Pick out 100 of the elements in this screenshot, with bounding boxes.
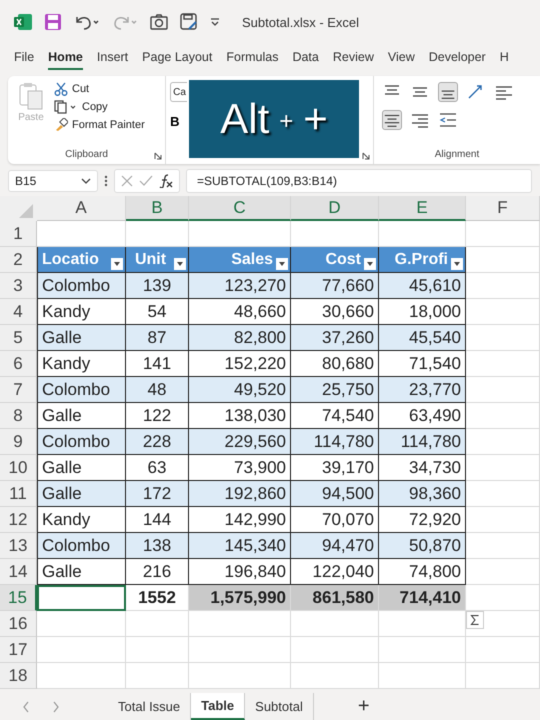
row-header[interactable]: 14 — [0, 559, 37, 585]
copy-button[interactable]: Copy — [54, 100, 145, 114]
empty-cell[interactable] — [466, 455, 540, 481]
row-header[interactable]: 18 — [0, 663, 37, 689]
table-cell: 94,470 — [291, 533, 379, 559]
filter-button[interactable] — [451, 258, 463, 270]
empty-cell[interactable] — [466, 611, 540, 637]
empty-cell[interactable] — [291, 637, 379, 663]
row-header[interactable]: 15 — [0, 585, 37, 611]
table-cell: Colombo — [37, 273, 126, 299]
filter-button[interactable] — [364, 258, 376, 270]
empty-cell[interactable] — [291, 663, 379, 689]
ribbon-tab[interactable]: Data — [292, 46, 319, 70]
empty-cell[interactable] — [379, 663, 466, 689]
empty-cell[interactable] — [466, 221, 540, 247]
ribbon-tab[interactable]: H — [500, 46, 509, 70]
ribbon-tab[interactable]: Review — [332, 46, 374, 70]
empty-cell[interactable] — [466, 299, 540, 325]
column-header[interactable]: F — [466, 196, 540, 221]
column-header[interactable]: D — [291, 196, 379, 221]
quick-analysis-icon[interactable] — [466, 611, 484, 629]
ribbon-tab[interactable]: Home — [48, 46, 83, 70]
row-header[interactable]: 8 — [0, 403, 37, 429]
ribbon-tab[interactable]: File — [14, 46, 34, 70]
ribbon-tab[interactable]: Formulas — [226, 46, 278, 70]
empty-cell[interactable] — [189, 611, 291, 637]
table-cell: 45,610 — [379, 273, 466, 299]
row-header[interactable]: 11 — [0, 481, 37, 507]
row-header[interactable]: 2 — [0, 247, 37, 273]
name-box[interactable]: B15 — [8, 170, 98, 192]
align-icon[interactable] — [438, 82, 458, 102]
empty-cell[interactable] — [126, 663, 189, 689]
bold-button[interactable]: B — [170, 114, 182, 129]
row-header[interactable]: 12 — [0, 507, 37, 533]
empty-cell[interactable] — [466, 507, 540, 533]
empty-cell[interactable] — [466, 663, 540, 689]
active-cell[interactable] — [37, 585, 126, 611]
filter-button[interactable] — [111, 258, 123, 270]
row-header[interactable]: 17 — [0, 637, 37, 663]
cut-button[interactable]: Cut — [54, 82, 145, 96]
row-header[interactable]: 9 — [0, 429, 37, 455]
empty-cell[interactable] — [466, 403, 540, 429]
row-header[interactable]: 4 — [0, 299, 37, 325]
row-header[interactable]: 1 — [0, 221, 37, 247]
empty-cell[interactable] — [126, 637, 189, 663]
empty-cell[interactable] — [379, 637, 466, 663]
column-header[interactable]: B — [126, 196, 189, 221]
formula-field[interactable]: =SUBTOTAL(109,B3:B14) — [186, 169, 532, 193]
filter-button[interactable] — [174, 258, 186, 270]
group-label: Alignment — [434, 149, 480, 160]
column-header[interactable]: C — [189, 196, 291, 221]
dialog-launcher-icon[interactable] — [362, 152, 370, 160]
row-header[interactable]: 5 — [0, 325, 37, 351]
format-painter-button[interactable]: Format Painter — [54, 118, 145, 132]
chevron-left-icon[interactable] — [22, 700, 30, 712]
empty-cell[interactable] — [189, 663, 291, 689]
sheet-tab[interactable]: Subtotal — [245, 693, 314, 720]
font-field[interactable]: Ca — [170, 82, 188, 102]
shortcut-text: Alt — [220, 95, 270, 143]
function-icon[interactable] — [159, 174, 173, 188]
customize-caret-icon[interactable] — [210, 17, 220, 27]
row-header[interactable]: 10 — [0, 455, 37, 481]
add-sheet-button[interactable]: + — [352, 694, 376, 719]
ribbon-tab[interactable]: Page Layout — [142, 46, 212, 70]
empty-cell[interactable] — [189, 637, 291, 663]
camera-icon[interactable] — [150, 13, 168, 31]
table-cell: 229,560 — [189, 429, 291, 455]
ribbon-tab[interactable]: View — [388, 46, 415, 70]
column-header[interactable]: E — [379, 196, 466, 221]
save-as-icon[interactable] — [180, 13, 198, 31]
paintbrush-icon — [54, 118, 68, 132]
table-cell: 192,860 — [189, 481, 291, 507]
empty-cell[interactable] — [126, 611, 189, 637]
row-header[interactable]: 6 — [0, 351, 37, 377]
chevron-right-icon[interactable] — [52, 700, 60, 712]
empty-cell[interactable] — [466, 351, 540, 377]
empty-cell[interactable] — [466, 559, 540, 585]
table-cell: 123,270 — [189, 273, 291, 299]
row-header[interactable]: 16 — [0, 611, 37, 637]
row-header[interactable]: 7 — [0, 377, 37, 403]
table-cell: Galle — [37, 481, 126, 507]
sheet-tab[interactable]: Table — [191, 693, 246, 720]
dialog-launcher-icon[interactable] — [154, 152, 162, 160]
ribbon-tab[interactable]: Developer — [428, 46, 486, 70]
empty-cell[interactable] — [466, 637, 540, 663]
cancel-icon[interactable] — [121, 175, 133, 187]
row-header[interactable]: 13 — [0, 533, 37, 559]
filter-button[interactable] — [276, 258, 288, 270]
shortcut-text: + — [279, 108, 294, 136]
ribbon-tab[interactable]: Insert — [96, 46, 128, 70]
row-header[interactable]: 3 — [0, 273, 37, 299]
empty-cell[interactable] — [291, 611, 379, 637]
more-icon[interactable] — [104, 174, 108, 188]
table-cell: 138 — [126, 533, 189, 559]
table-cell: 45,540 — [379, 325, 466, 351]
table-cell: 139 — [126, 273, 189, 299]
check-icon[interactable] — [139, 175, 153, 187]
table-cell: Colombo — [37, 429, 126, 455]
align-icon[interactable] — [382, 110, 402, 130]
save-icon[interactable] — [44, 13, 62, 31]
